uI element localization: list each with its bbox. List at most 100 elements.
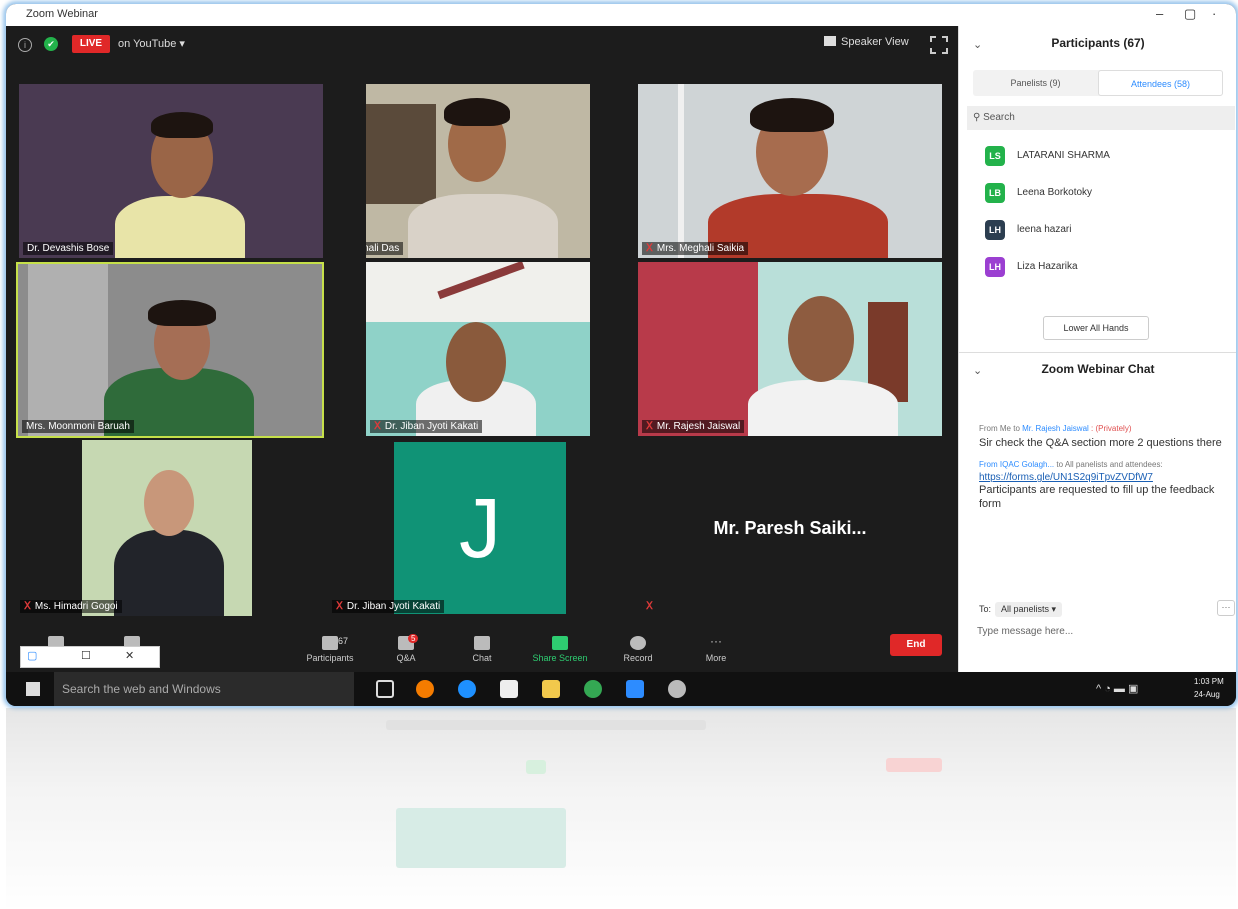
- person-figure: [148, 300, 216, 326]
- list-item[interactable]: LB Leena Borkotoky: [985, 179, 1225, 216]
- store-icon[interactable]: [500, 680, 518, 698]
- record-button[interactable]: Record: [608, 636, 668, 663]
- avatar: LH: [985, 220, 1005, 240]
- chat-messages: From Me to Mr. Rajesh Jaiswal : (Private…: [979, 424, 1229, 521]
- participants-label: Participants: [306, 653, 354, 663]
- file-explorer-icon[interactable]: [542, 680, 560, 698]
- edge-icon[interactable]: [458, 680, 476, 698]
- lower-all-hands-button[interactable]: Lower All Hands: [1043, 316, 1149, 340]
- person-figure: [144, 470, 194, 536]
- tab-panelists[interactable]: Panelists (9): [973, 70, 1098, 96]
- minimize-button[interactable]: –: [1156, 6, 1163, 21]
- bookshelf: [366, 104, 436, 204]
- maximize-button[interactable]: ▢: [1184, 6, 1196, 22]
- participants-icon: [322, 636, 338, 650]
- attendee-name: Leena Borkotoky: [1017, 187, 1093, 198]
- video-tile[interactable]: Mr. Paresh Saiki... Ⅹ: [638, 440, 942, 616]
- windows-taskbar: Search the web and Windows ^ ◔ ▬ ▣ 1:03 …: [6, 672, 1236, 706]
- live-badge[interactable]: LIVE: [72, 35, 110, 53]
- muted-mic-icon: Ⅹ: [646, 601, 653, 612]
- meeting-topbar: i ✔ LIVE on YouTube ▾ Speaker View: [6, 26, 958, 66]
- record-label: Record: [623, 653, 653, 663]
- window-frame: [678, 84, 684, 258]
- firefox-icon[interactable]: [416, 680, 434, 698]
- participants-panel: ⌄ Participants (67) Panelists (9) Attend…: [958, 26, 1236, 672]
- video-tile[interactable]: Ⅹ Dr. Jiban Jyoti Kakati: [366, 262, 590, 436]
- grid-icon: [824, 36, 836, 46]
- video-tile[interactable]: Mrs. Moonmoni Baruah: [16, 262, 324, 438]
- share-screen-label: Share Screen: [532, 653, 588, 663]
- list-item[interactable]: LS LATARANI SHARMA: [985, 142, 1225, 179]
- video-tile[interactable]: Ⅹ Mrs. Meghali Saikia: [638, 84, 942, 258]
- divider: [959, 352, 1236, 353]
- share-screen-button[interactable]: Share Screen: [530, 636, 590, 663]
- participant-name: Ⅹ Mr. Rajesh Jaiswal: [642, 420, 745, 433]
- record-icon: [630, 636, 646, 650]
- info-icon[interactable]: i: [18, 38, 32, 52]
- qa-button[interactable]: 5 Q&A: [376, 634, 436, 663]
- chat-message-input[interactable]: Type message here...: [977, 626, 1073, 637]
- to-label: To:: [979, 604, 992, 614]
- participant-name: ⅩSonali Das: [366, 242, 404, 255]
- muted-mic-icon: Ⅹ: [646, 421, 653, 432]
- qa-badge: 5: [408, 634, 419, 643]
- chat-message: Participants are requested to fill up th…: [979, 484, 1215, 510]
- participants-title: Participants (67): [1051, 36, 1145, 50]
- task-view-icon[interactable]: [376, 680, 394, 698]
- video-tile[interactable]: Ⅹ Mr. Rajesh Jaiswal: [638, 262, 942, 436]
- person-figure: [446, 322, 506, 402]
- video-tile[interactable]: ⅩSonali Das: [366, 84, 590, 258]
- mini-restore-button[interactable]: ▢: [27, 649, 37, 662]
- tab-attendees[interactable]: Attendees (58): [1098, 70, 1223, 96]
- speaker-view-label: Speaker View: [841, 36, 909, 48]
- curtain: [638, 262, 758, 436]
- shield-icon[interactable]: ✔: [44, 37, 58, 51]
- more-button[interactable]: ··· More: [686, 635, 746, 663]
- mini-window-controls: ▢ ☐ ✕: [20, 646, 160, 668]
- windows-start-icon[interactable]: [26, 682, 40, 696]
- youtube-stream-dropdown[interactable]: on YouTube ▾: [118, 37, 185, 50]
- zoom-icon[interactable]: [626, 680, 644, 698]
- fullscreen-icon[interactable]: [930, 36, 948, 54]
- video-tile[interactable]: J Ⅹ Dr. Jiban Jyoti Kakati: [328, 440, 632, 616]
- speaker-view-button[interactable]: Speaker View: [824, 36, 909, 48]
- reflection-fade: [6, 708, 1236, 909]
- qa-label: Q&A: [396, 653, 416, 663]
- video-tile[interactable]: Ⅹ Ms. Himadri Gogoi: [16, 440, 324, 616]
- participant-display-name: Mr. Paresh Saiki...: [713, 518, 867, 538]
- participants-button[interactable]: 67 Participants: [300, 636, 360, 663]
- video-tile[interactable]: Dr. Devashis Bose: [19, 84, 323, 258]
- person-figure: [750, 98, 834, 132]
- person-figure: [115, 196, 245, 258]
- screen: Zoom Webinar – ▢ · i ✔ LIVE on YouTube ▾…: [6, 4, 1236, 706]
- system-tray[interactable]: ^ ◔ ▬ ▣: [1096, 682, 1138, 695]
- meeting-area: i ✔ LIVE on YouTube ▾ Speaker View Dr. D…: [6, 26, 958, 672]
- taskbar-search-input[interactable]: Search the web and Windows: [54, 672, 354, 706]
- app-icon[interactable]: [668, 680, 686, 698]
- chat-button[interactable]: Chat: [452, 636, 512, 663]
- chat-title: Zoom Webinar Chat: [1041, 362, 1155, 376]
- close-button[interactable]: ·: [1212, 6, 1216, 21]
- reflection-share-button: [526, 760, 546, 774]
- participant-name: Ⅹ Ms. Himadri Gogoi: [20, 600, 122, 613]
- person-figure: [408, 194, 558, 258]
- chrome-icon[interactable]: [584, 680, 602, 698]
- mini-maximize-button[interactable]: ☐: [81, 649, 91, 662]
- list-item[interactable]: LH Liza Hazarika: [985, 253, 1225, 290]
- participant-search-input[interactable]: ⚲ Search: [967, 106, 1235, 130]
- feedback-form-link[interactable]: https://forms.gle/UN1S2q9iTpvZVDfW7: [979, 472, 1229, 483]
- taskbar-clock[interactable]: 1:03 PM 24-Aug: [1194, 675, 1224, 701]
- participant-name: Ⅹ Dr. Jiban Jyoti Kakati: [332, 600, 445, 613]
- chat-more-icon[interactable]: ···: [1217, 600, 1235, 616]
- end-button[interactable]: End: [890, 634, 942, 656]
- list-item[interactable]: LH leena hazari: [985, 216, 1225, 253]
- attendee-list: LS LATARANI SHARMA LB Leena Borkotoky LH…: [985, 142, 1225, 290]
- mini-close-button[interactable]: ✕: [125, 649, 134, 662]
- chat-meta: From IQAC Golagh... to All panelists and…: [979, 460, 1163, 469]
- ceiling: [366, 262, 590, 322]
- muted-mic-icon: Ⅹ: [374, 421, 381, 432]
- avatar: LS: [985, 146, 1005, 166]
- chat-icon: [474, 636, 490, 650]
- chat-message: Sir check the Q&A section more 2 questio…: [979, 437, 1222, 449]
- recipient-dropdown[interactable]: All panelists ▾: [995, 602, 1063, 617]
